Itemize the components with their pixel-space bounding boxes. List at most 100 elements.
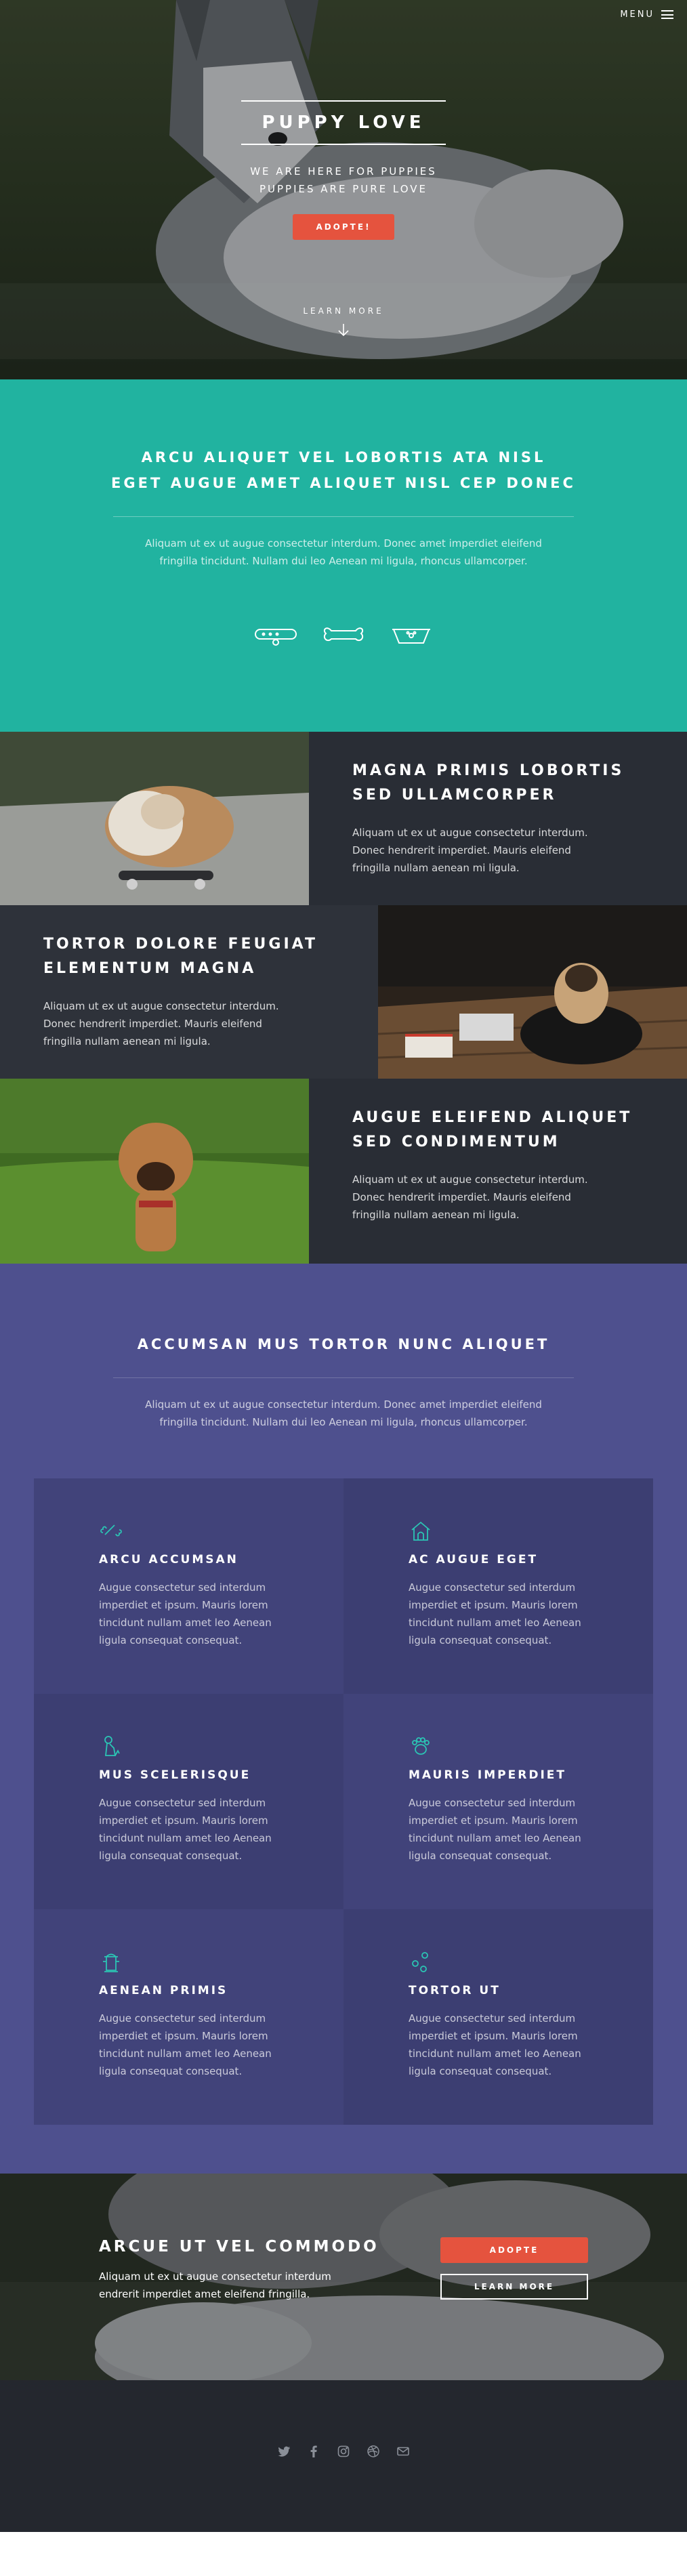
features-text: Aliquam ut ex ut augue consectetur inter… (106, 1396, 581, 1431)
hero-title: PUPPY LOVE (241, 100, 446, 145)
feature-body-line: Augue consectetur sed interdum (99, 2012, 266, 2024)
intro-title-line: EGET AUGUE AMET ALIQUET NISL CEP DONEC (111, 475, 576, 491)
arrow-down-icon (338, 324, 349, 337)
spotlight-text: TORTOR DOLORE FEUGIAT ELEMENTUM MAGNA Al… (0, 905, 378, 1079)
hero-subtitle-line: WE ARE HERE FOR PUPPIES (250, 165, 437, 178)
feature-card: TORTOR UT Augue consectetur sed interdum… (344, 1909, 653, 2125)
dog-bowl-icon (392, 629, 430, 644)
cta-body-line: Aliquam ut ex ut augue consectetur inter… (99, 2270, 331, 2283)
intro-icons (0, 624, 687, 646)
feature-body-line: ligula consequat consequat. (409, 2065, 552, 2077)
spotlight-title: TORTOR DOLORE FEUGIAT ELEMENTUM MAGNA (43, 932, 337, 981)
menu-button[interactable]: MENU (620, 9, 673, 20)
feature-body-line: Augue consectetur sed interdum (409, 1581, 576, 1594)
divider (113, 516, 574, 517)
cta-body-line: endrerit imperdiet amet eleifend fringil… (99, 2288, 310, 2300)
feature-body-line: imperdiet et ipsum. Mauris lorem (99, 1814, 268, 1827)
feature-body: Augue consectetur sed interdum imperdiet … (409, 2010, 612, 2080)
spotlight-text: AUGUE ELEIFEND ALIQUET SED CONDIMENTUM A… (309, 1079, 687, 1264)
learn-more-button[interactable]: LEARN MORE (440, 2274, 588, 2300)
cta-text: ARCUE UT VEL COMMODO Aliquam ut ex ut au… (99, 2238, 383, 2303)
envelope-icon[interactable] (396, 2444, 411, 2459)
feature-title: TORTOR UT (409, 1984, 501, 1997)
feature-body-line: imperdiet et ipsum. Mauris lorem (99, 2030, 268, 2042)
cta-body: Aliquam ut ex ut augue consectetur inter… (99, 2268, 383, 2303)
feature-body-line: imperdiet et ipsum. Mauris lorem (99, 1599, 268, 1611)
features-text-line: Aliquam ut ex ut augue consectetur inter… (145, 1398, 542, 1411)
pug-laptop-image (378, 905, 687, 1079)
feature-body-line: tincidunt nullam amet leo Aenean (409, 1617, 581, 1629)
feature-body-line: Augue consectetur sed interdum (99, 1581, 266, 1594)
instagram-icon[interactable] (336, 2444, 351, 2459)
cta-title: ARCUE UT VEL COMMODO (99, 2238, 379, 2256)
feature-title: MUS SCELERISQUE (99, 1768, 251, 1782)
features-section: ACCUMSAN MUS TORTOR NUNC ALIQUET Aliquam… (0, 1264, 687, 2174)
footer (0, 2380, 687, 2532)
spotlight-title-line: ELEMENTUM MAGNA (43, 960, 257, 977)
twitter-icon[interactable] (276, 2444, 291, 2459)
feature-body: Augue consectetur sed interdum imperdiet … (409, 1579, 612, 1649)
hamburger-icon (661, 10, 673, 19)
learn-more-label: LEARN MORE (303, 306, 384, 316)
facebook-icon[interactable] (306, 2444, 321, 2459)
spotlight-3: AUGUE ELEIFEND ALIQUET SED CONDIMENTUM A… (0, 1079, 687, 1264)
hydrant-icon (103, 1953, 119, 1972)
spotlight-body-line: Donec hendrerit imperdiet. Mauris eleife… (352, 1191, 571, 1203)
collar-icon (255, 629, 297, 646)
intro-text: Aliquam ut ex ut augue consectetur inter… (106, 535, 581, 570)
features-grid: ARCU ACCUMSAN Augue consectetur sed inte… (34, 1478, 653, 2125)
spotlight-text: MAGNA PRIMIS LOBORTIS SED ULLAMCORPER Al… (309, 732, 687, 905)
cta-actions: ADOPTE LEARN MORE (440, 2237, 588, 2300)
feature-body-line: ligula consequat consequat. (99, 1634, 243, 1646)
hero-subtitle-line: PUPPIES ARE PURE LOVE (259, 183, 428, 195)
intro-title-line: ARCU ALIQUET VEL LOBORTIS ATA NISL (141, 449, 546, 465)
intro-title: ARCU ALIQUET VEL LOBORTIS ATA NISL EGET … (0, 444, 687, 496)
feature-body: Augue consectetur sed interdum imperdiet … (99, 1794, 302, 1865)
spotlight-title-line: SED ULLAMCORPER (352, 787, 557, 804)
feature-card: MAURIS IMPERDIET Augue consectetur sed i… (344, 1694, 653, 1909)
intro-text-line: fringilla tincidunt. Nullam dui leo Aene… (159, 555, 528, 567)
spotlight-body: Aliquam ut ex ut augue consectetur inter… (352, 824, 623, 877)
paw-hand-icon (412, 1737, 430, 1755)
feature-body-line: imperdiet et ipsum. Mauris lorem (409, 2030, 578, 2042)
spotlight-body: Aliquam ut ex ut augue consectetur inter… (352, 1171, 623, 1224)
feature-body-line: imperdiet et ipsum. Mauris lorem (409, 1599, 578, 1611)
hero-section: MENU PUPPY LOVE WE ARE HERE FOR PUPPIES … (0, 0, 687, 379)
feature-card: AC AUGUE EGET Augue consectetur sed inte… (344, 1478, 653, 1694)
spotlight-title: AUGUE ELEIFEND ALIQUET SED CONDIMENTUM (352, 1106, 646, 1155)
feature-title: AENEAN PRIMIS (99, 1984, 228, 1997)
feature-body: Augue consectetur sed interdum imperdiet … (409, 1794, 612, 1865)
feature-body-line: Augue consectetur sed interdum (99, 1797, 266, 1809)
feature-body-line: Augue consectetur sed interdum (409, 2012, 576, 2024)
feature-body-line: ligula consequat consequat. (409, 1634, 552, 1646)
features-title: ACCUMSAN MUS TORTOR NUNC ALIQUET (137, 1336, 550, 1352)
spotlight-body-line: Donec hendrerit imperdiet. Mauris eleife… (352, 844, 571, 856)
adopte-button[interactable]: ADOPTE (440, 2237, 588, 2263)
adopt-button[interactable]: ADOPTE! (293, 214, 394, 240)
spotlight-title-line: TORTOR DOLORE FEUGIAT (43, 936, 318, 953)
feature-body-line: tincidunt nullam amet leo Aenean (99, 1617, 272, 1629)
feature-title: ARCU ACCUMSAN (99, 1553, 238, 1566)
spotlight-title-line: MAGNA PRIMIS LOBORTIS (352, 762, 625, 779)
feature-body-line: imperdiet et ipsum. Mauris lorem (409, 1814, 578, 1827)
bone-icon (323, 627, 364, 642)
feature-body-line: ligula consequat consequat. (99, 1850, 243, 1862)
feature-body-line: tincidunt nullam amet leo Aenean (409, 2048, 581, 2060)
feature-card: MUS SCELERISQUE Augue consectetur sed in… (34, 1694, 344, 1909)
feature-body-line: tincidunt nullam amet leo Aenean (99, 2048, 272, 2060)
spotlight-1: MAGNA PRIMIS LOBORTIS SED ULLAMCORPER Al… (0, 732, 687, 905)
feature-body-line: ligula consequat consequat. (99, 2065, 243, 2077)
spotlight-body: Aliquam ut ex ut augue consectetur inter… (43, 997, 314, 1050)
feature-card: AENEAN PRIMIS Augue consectetur sed inte… (34, 1909, 344, 2125)
dribbble-icon[interactable] (366, 2444, 381, 2459)
spotlight-body-line: Donec hendrerit imperdiet. Mauris eleife… (43, 1018, 262, 1030)
spotlight-title: MAGNA PRIMIS LOBORTIS SED ULLAMCORPER (352, 759, 646, 808)
spotlight-title-line: AUGUE ELEIFEND ALIQUET (352, 1109, 633, 1126)
feature-body: Augue consectetur sed interdum imperdiet … (99, 1579, 302, 1649)
spotlight-body-line: fringilla nullam aenean mi ligula. (43, 1035, 211, 1047)
divider (113, 1377, 574, 1378)
learn-more-link[interactable]: LEARN MORE (0, 306, 687, 337)
feature-body-line: Augue consectetur sed interdum (409, 1797, 576, 1809)
feature-body-line: ligula consequat consequat. (409, 1850, 552, 1862)
bone-icon (100, 1524, 122, 1537)
